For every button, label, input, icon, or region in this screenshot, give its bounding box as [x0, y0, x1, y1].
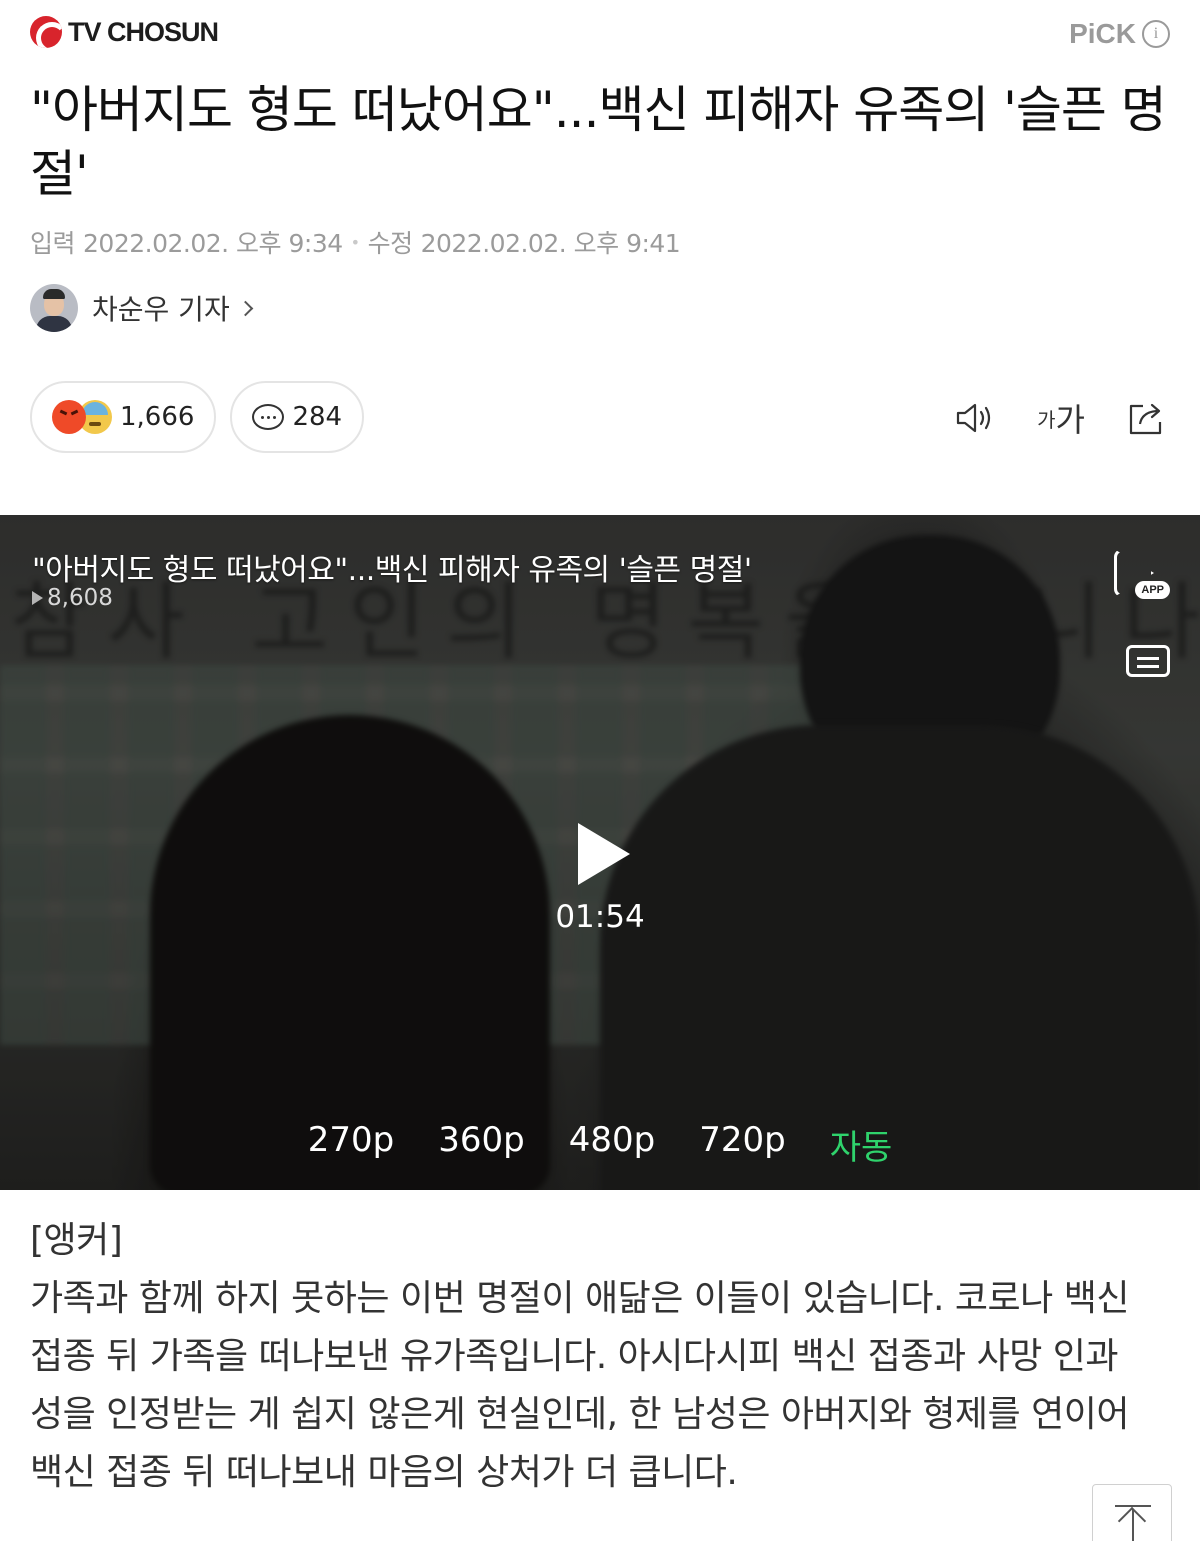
article-dates: 입력 2022.02.02. 오후 9:34 • 수정 2022.02.02. … [30, 224, 681, 260]
article-paragraph: 가족과 함께 하지 못하는 이번 명절이 애닮은 이들이 있습니다. 코로나 백… [30, 1278, 1129, 1493]
quality-option-480p[interactable]: 480p [569, 1120, 655, 1169]
comment-button[interactable]: 284 [230, 381, 365, 453]
input-date: 2022.02.02. 오후 9:34 [83, 229, 343, 258]
arrow-up-icon [1117, 1506, 1147, 1536]
quality-option-720p[interactable]: 720p [699, 1120, 785, 1169]
quality-option-auto[interactable]: 자동 [830, 1120, 893, 1169]
comment-icon [252, 404, 285, 430]
font-size-button[interactable]: 가가 [1037, 396, 1085, 440]
video-views: 8,608 [32, 585, 113, 611]
angry-emoji-icon [52, 400, 86, 434]
anchor-label: [앵커] [30, 1220, 123, 1261]
font-large-label: 가 [1055, 401, 1085, 439]
header: TV CHOSUN PiCK i [0, 0, 1200, 70]
article-tools: 가가 [952, 396, 1170, 440]
comment-count: 284 [292, 402, 343, 432]
edit-label: 수정 [367, 229, 414, 258]
open-in-app-button[interactable]: APP [1114, 547, 1170, 603]
view-count: 8,608 [47, 585, 113, 611]
author-name: 차순우 기자 [92, 293, 230, 326]
video-title: "아버지도 형도 떠났어요"...백신 피해자 유족의 '슬픈 명절' [32, 553, 752, 588]
top-bar-icon [1115, 1505, 1151, 1507]
reaction-bar: 1,666 284 [30, 381, 365, 453]
video-duration: 01:54 [555, 899, 645, 935]
tts-speaker-button[interactable] [952, 396, 998, 440]
share-icon [1129, 403, 1162, 435]
tvchosun-logo[interactable]: TV CHOSUN [30, 16, 219, 48]
article-body: [앵커] 가족과 함께 하지 못하는 이번 명절이 애닮은 이들이 있습니다. … [30, 1212, 1170, 1502]
reaction-count: 1,666 [120, 402, 195, 432]
share-button[interactable] [1124, 396, 1170, 440]
font-small-label: 가 [1037, 407, 1056, 432]
subtitles-button[interactable] [1126, 645, 1170, 677]
play-icon[interactable] [578, 823, 630, 885]
quality-option-360p[interactable]: 360p [438, 1120, 524, 1169]
pick-label: PiCK [1069, 18, 1136, 49]
author-link[interactable]: 차순우 기자 [30, 284, 253, 332]
speaker-icon [956, 403, 991, 433]
info-icon[interactable]: i [1142, 20, 1170, 48]
chevron-right-icon [237, 300, 253, 316]
app-badge: APP [1135, 581, 1170, 599]
reaction-button[interactable]: 1,666 [30, 381, 217, 453]
input-label: 입력 [30, 229, 76, 258]
separator-dot: • [350, 232, 360, 252]
quality-selector: 270p 360p 480p 720p 자동 [0, 1120, 1200, 1169]
pick-badge[interactable]: PiCK i [1069, 18, 1170, 50]
video-player[interactable]: 참사 고인의 명복을 빕니다 "아버지도 형도 떠났어요"...백신 피해자 유… [0, 515, 1200, 1190]
brand-name: TV CHOSUN [68, 16, 219, 47]
article-title: "아버지도 형도 떠났어요"...백신 피해자 유족의 '슬픈 명절' [30, 81, 1167, 203]
reaction-emoji-icons [52, 400, 112, 434]
quality-option-270p[interactable]: 270p [308, 1120, 394, 1169]
edit-date: 2022.02.02. 오후 9:41 [420, 229, 681, 258]
play-count-icon [32, 591, 43, 605]
author-avatar [30, 284, 78, 332]
scroll-to-top-button[interactable] [1092, 1484, 1172, 1541]
brand-mark-icon [30, 16, 62, 48]
